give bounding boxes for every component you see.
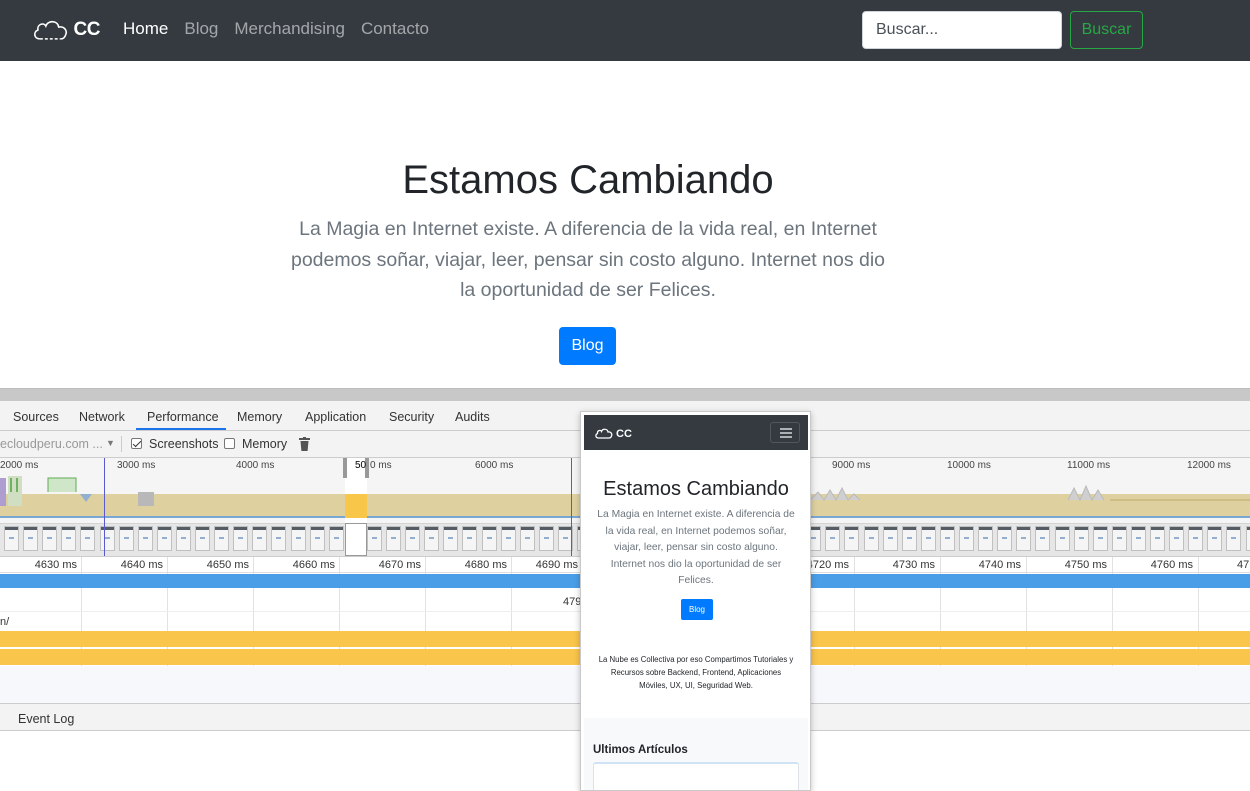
flame-tick: 4650 ms (206, 559, 249, 571)
tab-application[interactable]: Application (305, 410, 366, 424)
frame-duration-label: 479 (563, 596, 582, 608)
flame-tick: 47 (1237, 559, 1250, 571)
memory-label[interactable]: Memory (242, 437, 287, 451)
hero-lead: La Magia en Internet existe. A diferenci… (290, 218, 886, 301)
memory-checkbox[interactable] (224, 438, 235, 449)
preview-description: La Nube es Collectiva por eso Compartimo… (598, 655, 794, 691)
dropdown-caret-icon[interactable]: ▼ (106, 438, 115, 448)
overview-tick: 11000 ms (1067, 460, 1111, 471)
flame-tick: 4670 ms (378, 559, 421, 571)
toolbar-divider (121, 436, 122, 452)
overview-tick: 6000 ms (475, 460, 514, 471)
flame-tick: 4740 ms (978, 559, 1021, 571)
flame-tick: 4630 ms (34, 559, 77, 571)
search-input[interactable] (862, 11, 1062, 49)
page-root: CC Home Blog Merchandising Contacto Busc… (0, 0, 1250, 791)
preview-blog-button: Blog (681, 599, 713, 620)
nav-link-contacto[interactable]: Contacto (361, 19, 429, 39)
hero-blog-button[interactable]: Blog (559, 327, 616, 365)
cloud-icon (34, 20, 67, 40)
tab-security[interactable]: Security (389, 410, 434, 424)
hero-title: Estamos Cambiando (402, 158, 774, 202)
screenshots-label[interactable]: Screenshots (149, 437, 218, 451)
overview-tick: 50 (355, 460, 367, 471)
flame-tick: 4680 ms (464, 559, 507, 571)
overview-tick: 9000 ms (832, 460, 871, 471)
tab-memory[interactable]: Memory (237, 410, 282, 424)
preview-article-card (593, 762, 799, 790)
preview-brand-text: CC (616, 427, 632, 440)
flame-tick: 4750 ms (1064, 559, 1107, 571)
preview-title: Estamos Cambiando (603, 478, 789, 500)
tab-audits[interactable]: Audits (455, 410, 490, 424)
preview-navbar: CC (584, 415, 808, 450)
overview-tick: 0 ms (370, 460, 392, 471)
tab-event-log[interactable]: Event Log (18, 712, 74, 726)
preview-body: Estamos Cambiando La Magia en Internet e… (584, 450, 808, 790)
flame-tick: 4690 ms (535, 559, 578, 571)
trash-icon[interactable] (299, 437, 310, 451)
profile-select[interactable]: ecloudperu.com ... (0, 437, 103, 451)
overview-tick: 3000 ms (117, 460, 156, 471)
hamburger-menu-icon (770, 422, 800, 443)
brand-text: CC (73, 19, 101, 40)
tab-sources[interactable]: Sources (13, 410, 59, 424)
nav-link-merchandising[interactable]: Merchandising (234, 19, 345, 39)
selected-activity (345, 494, 367, 518)
devtools-resizer[interactable] (0, 388, 1250, 401)
brand-logo[interactable]: CC (32, 12, 101, 48)
flame-tick: 4640 ms (120, 559, 163, 571)
preview-brand: CC (594, 427, 632, 440)
overview-tick: 2000 ms (0, 460, 39, 471)
flame-tick: 4660 ms (292, 559, 335, 571)
tab-network[interactable]: Network (79, 410, 125, 424)
cloud-icon (595, 428, 613, 439)
selected-frame[interactable] (345, 523, 367, 556)
flame-tick: 4760 ms (1150, 559, 1193, 571)
screenshots-checkbox[interactable] (131, 438, 142, 449)
overview-tick: 10000 ms (947, 460, 991, 471)
screenshot-preview: CC Estamos Cambiando La Magia en Interne… (580, 411, 811, 791)
preview-section-title: Ultimos Artículos (593, 744, 688, 756)
nav-links: Home Blog Merchandising Contacto (123, 19, 429, 39)
site-navbar: CC Home Blog Merchandising Contacto Busc… (0, 0, 1250, 61)
tab-performance[interactable]: Performance (147, 410, 219, 424)
overview-tick: 4000 ms (236, 460, 275, 471)
nav-link-home[interactable]: Home (123, 19, 168, 39)
search-button[interactable]: Buscar (1070, 11, 1143, 49)
active-tab-indicator (136, 428, 226, 430)
track-label: n/ (0, 616, 10, 628)
nav-link-blog[interactable]: Blog (184, 19, 218, 39)
overview-tick: 12000 ms (1187, 460, 1231, 471)
flame-tick: 4730 ms (892, 559, 935, 571)
preview-articles-section: Ultimos Artículos (584, 718, 808, 790)
preview-lead: La Magia en Internet existe. A diferenci… (597, 509, 795, 586)
